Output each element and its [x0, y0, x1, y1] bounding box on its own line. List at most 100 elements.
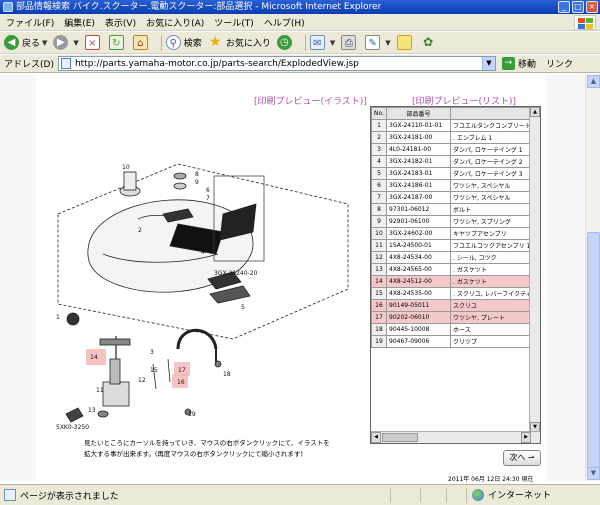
part-no-cell: 8 — [371, 203, 387, 216]
mail-button[interactable]: ✉ ▼ — [309, 35, 335, 50]
security-zone: インターネット — [472, 488, 551, 501]
window-title-bar: 部品情報検索 バイク.スクーター.電動スクーター:部品選択 - Microsof… — [0, 0, 600, 14]
table-row[interactable]: 16 90149-05011 スクリユ — [371, 299, 540, 312]
callout-6: 6 — [206, 187, 210, 194]
table-row[interactable]: 18 90445-10008 ホース — [371, 323, 540, 336]
parts-list-vertical-scrollbar[interactable]: ▲ ▼ — [529, 107, 540, 432]
window-title: 部品情報検索 バイク.スクーター.電動スクーター:部品選択 - Microsof… — [16, 2, 382, 12]
history-button[interactable]: ◷ — [276, 35, 295, 50]
diagram-ref-label: 5XK0-3250 — [56, 424, 89, 431]
forward-button[interactable]: ▶ ▼ — [53, 35, 79, 50]
menu-file[interactable]: ファイル(F) — [6, 16, 54, 29]
history-icon: ◷ — [276, 35, 292, 50]
scroll-right-arrow-icon[interactable]: ▶ — [521, 432, 531, 443]
table-row[interactable]: 11 1SA-24500-01 フユエルコツクアセンブリ 1 — [371, 239, 540, 252]
table-row[interactable]: 13 4X8-24565-00. ガスケツト — [371, 263, 540, 276]
part-name-cell: ワツシヤ, スペシヤル — [450, 179, 540, 192]
part-number-cell: 3GX-24110-01-01 — [386, 119, 451, 132]
refresh-button[interactable]: ↻ — [108, 35, 127, 50]
part-number-cell: 3GX-24187-00 — [386, 191, 451, 204]
part-name-cell: ワツシヤ, スペシヤル — [450, 191, 540, 204]
stop-button[interactable]: × — [84, 35, 103, 50]
print-button[interactable]: ⎙ — [341, 35, 359, 50]
note-icon — [396, 35, 412, 50]
table-row[interactable]: 8 97301-06012 ボルト — [371, 203, 540, 216]
mail-icon: ✉ — [309, 35, 325, 50]
table-row[interactable]: 15 4X8-24535-00. スクリユ, レバーフイクティ — [371, 287, 540, 300]
minimize-button[interactable]: _ — [558, 1, 570, 13]
chevron-down-icon: ▼ — [73, 38, 79, 47]
address-input[interactable]: http://parts.yamaha-motor.co.jp/parts-se… — [57, 56, 496, 71]
table-row[interactable]: 3 4L0-24181-00 ダンパ, ロケーテイング 1 — [371, 143, 540, 156]
page-scroll-down-icon[interactable]: ▼ — [587, 467, 600, 480]
table-row[interactable]: 17 90202-06010 ワツシヤ, プレート — [371, 311, 540, 324]
stop-icon: × — [84, 35, 100, 50]
table-row[interactable]: 9 92901-06100 ワツシヤ, スプリング — [371, 215, 540, 228]
chevron-down-icon: ▼ — [42, 38, 48, 47]
notes-button[interactable] — [396, 35, 415, 50]
part-no-cell: 5 — [371, 167, 387, 180]
status-divider — [390, 487, 391, 503]
page-content: [印刷プレビュー(イラスト)] [印刷プレビュー(リスト)] 1 2 3 4 5… — [0, 74, 585, 483]
part-name-cell: ホース — [450, 323, 540, 336]
close-button[interactable]: × — [586, 1, 598, 13]
table-row[interactable]: 12 4X8-24534-00. シール, コツク — [371, 251, 540, 264]
table-row[interactable]: 10 3GX-24602-00 キヤツプアセンブリ — [371, 227, 540, 240]
parts-list-horizontal-scrollbar[interactable]: ◀ ▶ — [371, 431, 540, 443]
scroll-left-arrow-icon[interactable]: ◀ — [371, 432, 381, 443]
status-divider — [446, 487, 447, 503]
callout-11: 11 — [96, 387, 104, 394]
messenger-button[interactable]: ✿ — [421, 35, 439, 50]
table-row[interactable]: 2 3GX-24181-00. エンブレム 1 — [371, 131, 540, 144]
callout-14: 14 — [90, 354, 98, 361]
part-number-cell: 1SA-24500-01 — [386, 239, 451, 252]
windows-logo-icon — [574, 15, 596, 30]
table-row[interactable]: 7 3GX-24187-00 ワツシヤ, スペシヤル — [371, 191, 540, 204]
table-row[interactable]: 5 3GX-24183-01 ダンパ, ロケーテイング 3 — [371, 167, 540, 180]
part-no-cell: 13 — [371, 263, 387, 276]
part-no-cell: 16 — [371, 299, 387, 312]
address-dropdown-button[interactable]: ▼ — [481, 57, 495, 70]
right-margin — [546, 74, 585, 481]
home-icon: ⌂ — [132, 35, 148, 50]
next-button[interactable]: 次へ ⇀ — [503, 450, 541, 466]
links-button[interactable]: リンク — [546, 57, 573, 70]
menu-edit[interactable]: 編集(E) — [64, 16, 95, 29]
part-number-cell: 90149-05011 — [386, 299, 451, 312]
part-number-cell: 3GX-24183-01 — [386, 167, 451, 180]
forward-arrow-icon: ▶ — [53, 35, 69, 50]
ie-icon — [3, 2, 13, 12]
table-row[interactable]: 14 4X8-24512-00. ガスケツト — [371, 275, 540, 288]
favorites-button[interactable]: ★ お気に入り — [208, 35, 271, 50]
exploded-parts-diagram[interactable]: 1 2 3 4 5 6 7 8 9 10 11 12 13 14 15 16 1… — [38, 114, 360, 432]
page-scroll-up-icon[interactable]: ▲ — [587, 75, 600, 88]
home-button[interactable]: ⌂ — [132, 35, 151, 50]
menu-help[interactable]: ヘルプ(H) — [264, 16, 305, 29]
table-row[interactable]: 6 3GX-24186-01 ワツシヤ, スペシヤル — [371, 179, 540, 192]
scroll-up-arrow-icon[interactable]: ▲ — [530, 107, 540, 117]
menu-view[interactable]: 表示(V) — [105, 16, 136, 29]
table-row[interactable]: 19 90467-09006 クリツプ — [371, 335, 540, 348]
edit-button[interactable]: ✎ ▼ — [365, 35, 391, 50]
menu-tools[interactable]: ツール(T) — [214, 16, 254, 29]
page-scroll-thumb[interactable] — [587, 232, 600, 472]
table-row[interactable]: 4 3GX-24182-01 ダンパ, ロケーテイング 2 — [371, 155, 540, 168]
left-margin — [0, 74, 36, 481]
address-bar: アドレス(D) http://parts.yamaha-motor.co.jp/… — [0, 55, 600, 73]
table-row[interactable]: 1 3GX-24110-01-01 フユエルタンクコンプリート — [371, 119, 540, 132]
part-name-cell: クリツプ — [450, 335, 540, 348]
print-preview-illustration-link[interactable]: [印刷プレビュー(イラスト)] — [254, 94, 367, 107]
part-number-cell: 4L0-24181-00 — [386, 143, 451, 156]
edit-icon: ✎ — [365, 35, 381, 50]
search-icon: ⚲ — [165, 35, 181, 50]
back-button[interactable]: ◀ 戻る ▼ — [4, 35, 47, 50]
part-no-cell: 2 — [371, 131, 387, 144]
maximize-button[interactable]: □ — [572, 1, 584, 13]
search-button[interactable]: ⚲ 検索 — [165, 35, 202, 50]
page-vertical-scrollbar[interactable]: ▲ ▼ — [585, 74, 600, 481]
menu-favorites[interactable]: お気に入り(A) — [146, 16, 204, 29]
part-number-cell: 4X8-24565-00 — [386, 263, 451, 276]
go-button[interactable]: → 移動 — [501, 57, 536, 70]
go-arrow-icon: → — [501, 57, 515, 70]
horizontal-scroll-thumb[interactable] — [382, 433, 418, 442]
